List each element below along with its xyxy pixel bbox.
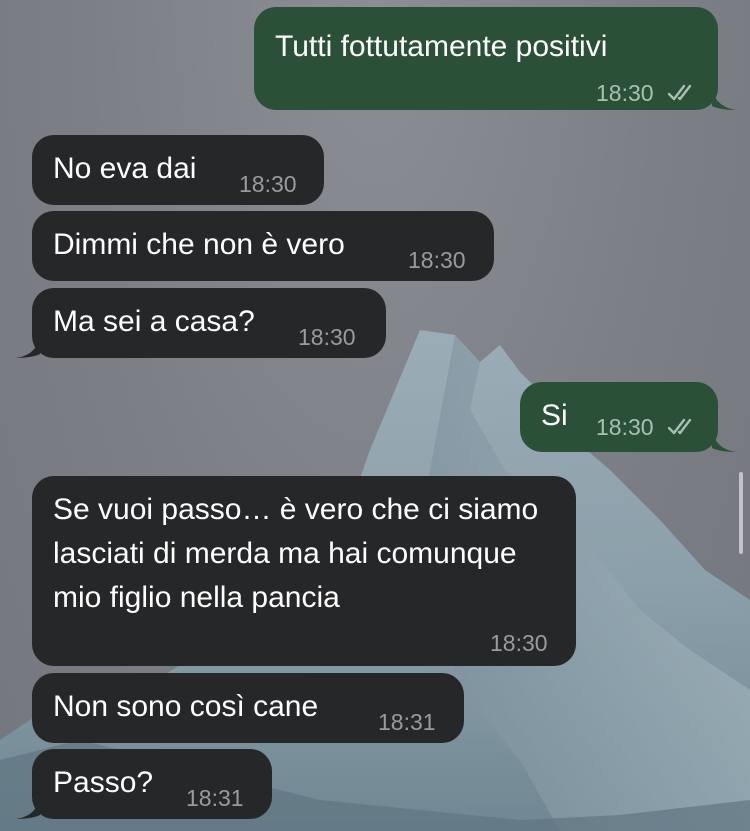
incoming-message-bubble[interactable]: Non sono così cane 18:31 bbox=[32, 673, 464, 743]
message-text: No eva dai bbox=[53, 152, 197, 185]
message-time: 18:30 bbox=[596, 80, 654, 106]
bubble-tail bbox=[712, 430, 736, 452]
incoming-message-bubble[interactable]: Dimmi che non è vero 18:30 bbox=[32, 211, 494, 281]
incoming-message-bubble[interactable]: No eva dai 18:30 bbox=[32, 135, 324, 205]
message-time: 18:31 bbox=[186, 785, 244, 811]
message-time: 18:30 bbox=[239, 171, 297, 197]
incoming-message-bubble[interactable]: Passo? 18:31 bbox=[32, 749, 272, 819]
message-text: Dimmi che non è vero bbox=[53, 228, 345, 261]
message-text: Ma sei a casa? bbox=[53, 305, 255, 338]
message-text: Tutti fottutamente positivi bbox=[275, 30, 608, 63]
scrollbar[interactable] bbox=[739, 472, 743, 554]
message-time: 18:30 bbox=[596, 414, 654, 440]
double-check-icon bbox=[667, 418, 692, 435]
message-text: Se vuoi passo… è vero che ci siamo lasci… bbox=[53, 493, 539, 614]
bubble-tail bbox=[16, 797, 40, 819]
message-time: 18:30 bbox=[298, 324, 356, 350]
message-text: Si bbox=[541, 399, 568, 432]
message-time: 18:30 bbox=[408, 247, 466, 273]
bubble-tail bbox=[712, 88, 736, 110]
message-time: 18:31 bbox=[378, 709, 436, 735]
bubble-tail bbox=[16, 336, 40, 358]
outgoing-message-bubble[interactable]: Si 18:30 bbox=[520, 382, 718, 452]
incoming-message-bubble[interactable]: Ma sei a casa? 18:30 bbox=[32, 288, 386, 358]
incoming-message-bubble[interactable]: Se vuoi passo… è vero che ci siamo lasci… bbox=[32, 476, 576, 666]
message-text: Non sono così cane bbox=[53, 690, 319, 723]
message-time: 18:30 bbox=[490, 630, 548, 656]
outgoing-message-bubble[interactable]: Tutti fottutamente positivi 18:30 bbox=[254, 7, 718, 110]
message-text: Passo? bbox=[53, 766, 154, 799]
double-check-icon bbox=[667, 84, 692, 101]
